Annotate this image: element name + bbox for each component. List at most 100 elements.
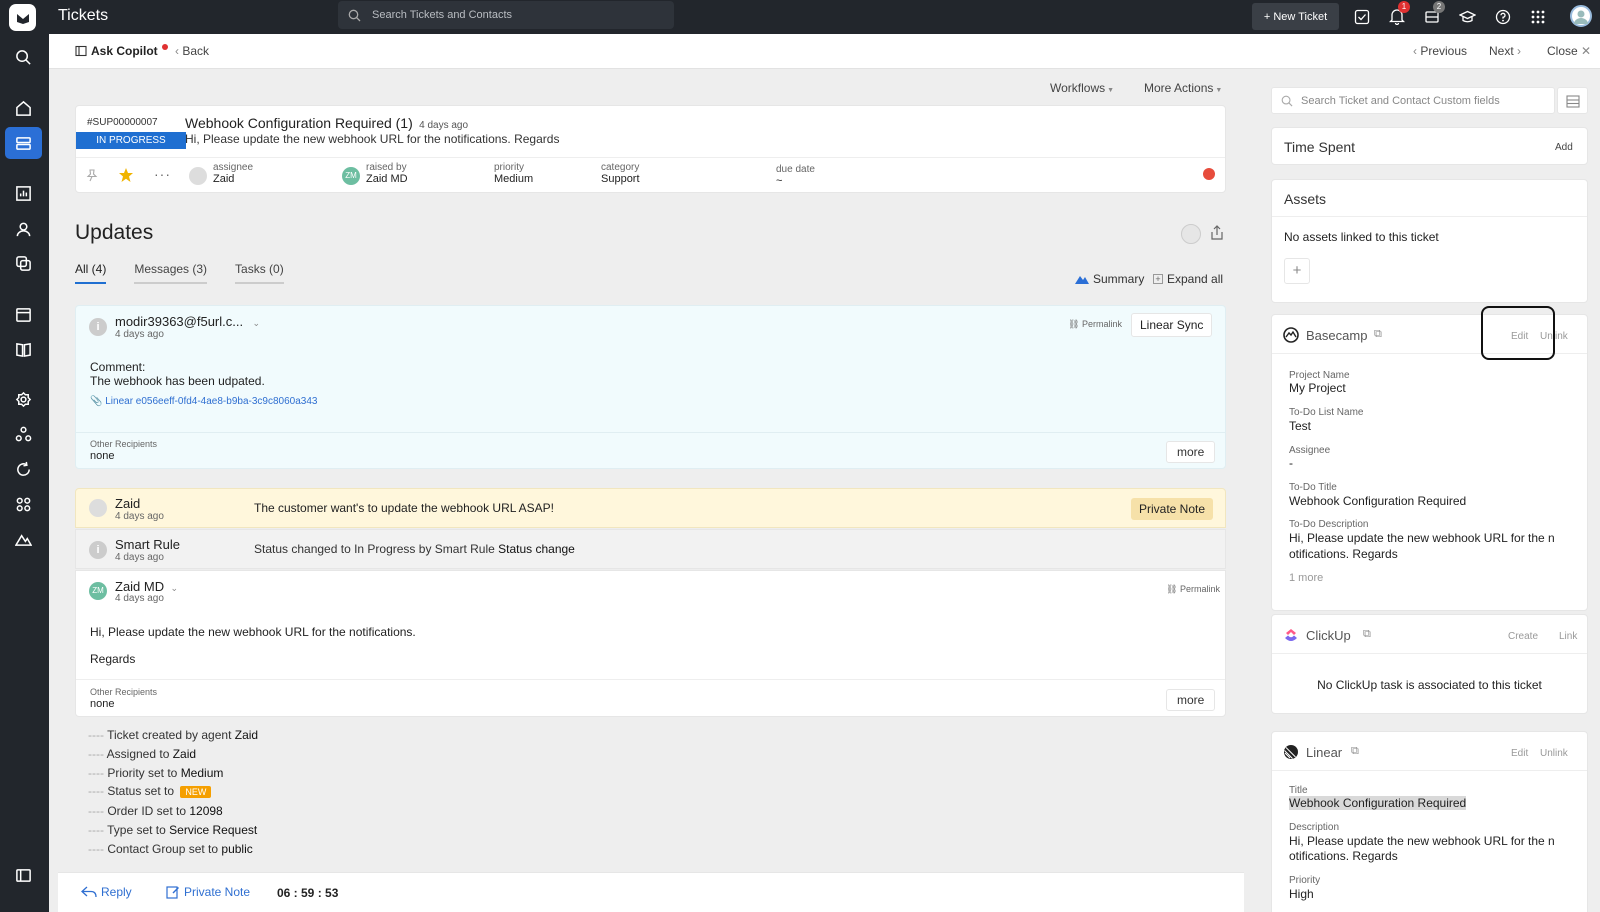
expand-icon: +	[1153, 274, 1163, 284]
previous-button[interactable]: ‹ Previous	[1413, 44, 1467, 58]
sidebar-integrations[interactable]	[12, 493, 34, 515]
linear-unlink-button[interactable]: Unlink	[1540, 748, 1568, 759]
summary-button[interactable]: Summary	[1075, 272, 1144, 286]
clickup-link-button[interactable]: Link	[1559, 631, 1577, 642]
sidebar-search[interactable]	[12, 46, 34, 68]
rule-text: Status changed to In Progress by Smart R…	[254, 542, 575, 556]
author-avatar: ZM	[89, 582, 107, 600]
activity-text: Priority set to	[107, 765, 181, 780]
assets-title: Assets	[1284, 191, 1327, 207]
inbox-button[interactable]: 2	[1424, 1, 1445, 26]
pin-icon[interactable]	[85, 168, 99, 182]
status-badge[interactable]: IN PROGRESS	[76, 132, 186, 149]
help-icon[interactable]	[1495, 9, 1511, 25]
permalink-link[interactable]: ⛓ Permalink	[1068, 319, 1122, 330]
sidebar-settings[interactable]	[12, 388, 34, 410]
more-options-icon[interactable]: ···	[154, 166, 171, 182]
external-link-icon[interactable]: ⧉	[1363, 628, 1371, 641]
clickup-create-button[interactable]: Create	[1508, 631, 1538, 642]
message-author[interactable]: modir39363@f5url.c... ⌄	[115, 314, 260, 329]
user-avatar[interactable]	[1570, 5, 1592, 27]
academy-cap-icon[interactable]	[1459, 9, 1476, 25]
raised-by-avatar: ZM	[342, 167, 360, 185]
search-icon	[348, 9, 361, 22]
status-new-badge: NEW	[180, 786, 212, 799]
more-actions-dropdown[interactable]: More Actions ▼	[1144, 81, 1222, 95]
author-name: Zaid MD	[115, 579, 165, 594]
private-note-row: Zaid 4 days ago The customer want's to u…	[75, 488, 1226, 528]
global-search-placeholder: Search Tickets and Contacts	[372, 9, 513, 21]
sidebar-tickets[interactable]	[5, 127, 42, 159]
external-link-icon[interactable]: ⧉	[1374, 328, 1382, 341]
more-button[interactable]: more	[1166, 441, 1216, 463]
source-chip[interactable]: Linear Sync	[1131, 313, 1213, 337]
tab-tasks[interactable]: Tasks (0)	[235, 262, 284, 284]
category-label: category	[601, 162, 640, 173]
category-field[interactable]: category Support	[601, 162, 640, 185]
show-more-link[interactable]: 1 more	[1289, 572, 1323, 584]
sidebar-knowledge[interactable]	[12, 338, 34, 360]
sidebar-companies[interactable]	[12, 252, 34, 274]
left-sidebar	[0, 34, 49, 912]
linear-priority-label: Priority	[1289, 875, 1321, 886]
sidebar-linear[interactable]	[12, 528, 34, 550]
close-button[interactable]: Close ✕	[1547, 44, 1591, 58]
external-link-icon[interactable]: ⧉	[1351, 745, 1359, 758]
new-ticket-button[interactable]: + New Ticket	[1252, 3, 1339, 30]
fields-layout-button[interactable]	[1557, 87, 1588, 114]
sidebar-collapse[interactable]	[12, 864, 34, 886]
sidebar-sync[interactable]	[12, 458, 34, 480]
add-time-button[interactable]: Add	[1555, 142, 1573, 153]
ask-copilot-button[interactable]: Ask Copilot	[75, 44, 168, 58]
ticket-header-card: #SUP00000007 IN PROGRESS Webhook Configu…	[75, 105, 1226, 193]
message-body-line2: The webhook has been udpated.	[90, 374, 265, 388]
app-logo[interactable]	[9, 4, 36, 31]
next-button[interactable]: Next ›	[1489, 44, 1521, 58]
todo-check-icon[interactable]	[1354, 9, 1370, 25]
tree-dash: ----	[88, 765, 104, 780]
priority-field[interactable]: priority Medium	[494, 162, 533, 185]
private-note-button[interactable]: Private Note	[166, 885, 250, 899]
watchers-avatar[interactable]	[1181, 224, 1201, 244]
due-date-field[interactable]: due date ~	[776, 164, 815, 187]
ticket-summary: Hi, Please update the new webhook URL fo…	[185, 132, 560, 146]
sidebar-archive[interactable]	[12, 303, 34, 325]
sidebar-analytics[interactable]	[12, 182, 34, 204]
attachment-label: Linear e056eeff-0fd4-4ae8-b9ba-3c9c8060a…	[105, 396, 318, 407]
activity-value: Zaid	[234, 728, 259, 742]
note-author-avatar	[89, 499, 107, 517]
share-icon[interactable]	[1209, 224, 1225, 242]
permalink-link[interactable]: ⛓ Permalink	[1166, 584, 1220, 595]
sidebar-home[interactable]	[12, 97, 34, 119]
next-label: Next	[1489, 44, 1514, 58]
more-button[interactable]: more	[1166, 689, 1216, 711]
message-body-line1: Hi, Please update the new webhook URL fo…	[90, 625, 416, 639]
custom-field-search-placeholder: Search Ticket and Contact Custom fields	[1301, 95, 1500, 107]
attachment-link[interactable]: 📎 Linear e056eeff-0fd4-4ae8-b9ba-3c9c806…	[90, 396, 317, 407]
sidebar-contacts[interactable]	[12, 218, 34, 240]
caret-down-icon: ▼	[1213, 87, 1223, 94]
notifications-button[interactable]: 1	[1388, 1, 1410, 26]
linear-title-value[interactable]: Webhook Configuration Required	[1289, 796, 1467, 810]
linear-description-line2: otifications. Regards	[1289, 849, 1398, 863]
reply-button[interactable]: Reply	[81, 885, 132, 899]
raised-by-field[interactable]: raised by Zaid MD	[366, 162, 408, 185]
global-search[interactable]: Search Tickets and Contacts	[338, 1, 674, 29]
raised-by-value: Zaid MD	[366, 173, 408, 185]
tab-all[interactable]: All (4)	[75, 262, 107, 284]
linear-edit-button[interactable]: Edit	[1511, 748, 1528, 759]
custom-field-search[interactable]: Search Ticket and Contact Custom fields	[1271, 87, 1555, 114]
star-icon[interactable]	[118, 167, 134, 183]
workflows-dropdown[interactable]: Workflows ▼	[1050, 81, 1114, 95]
message-author[interactable]: Zaid MD ⌄	[115, 579, 178, 594]
assignee-field[interactable]: assignee Zaid	[213, 162, 253, 185]
back-label: Back	[182, 44, 210, 58]
apps-grid-icon[interactable]	[1531, 10, 1545, 24]
ticket-age: 4 days ago	[419, 120, 469, 131]
expand-all-button[interactable]: + Expand all	[1153, 272, 1223, 286]
activity-text: Type set to	[107, 822, 170, 837]
tab-messages[interactable]: Messages (3)	[134, 262, 208, 284]
back-button[interactable]: ‹ Back	[175, 44, 209, 58]
sidebar-automations[interactable]	[12, 423, 34, 445]
add-asset-button[interactable]: +	[1284, 258, 1310, 284]
